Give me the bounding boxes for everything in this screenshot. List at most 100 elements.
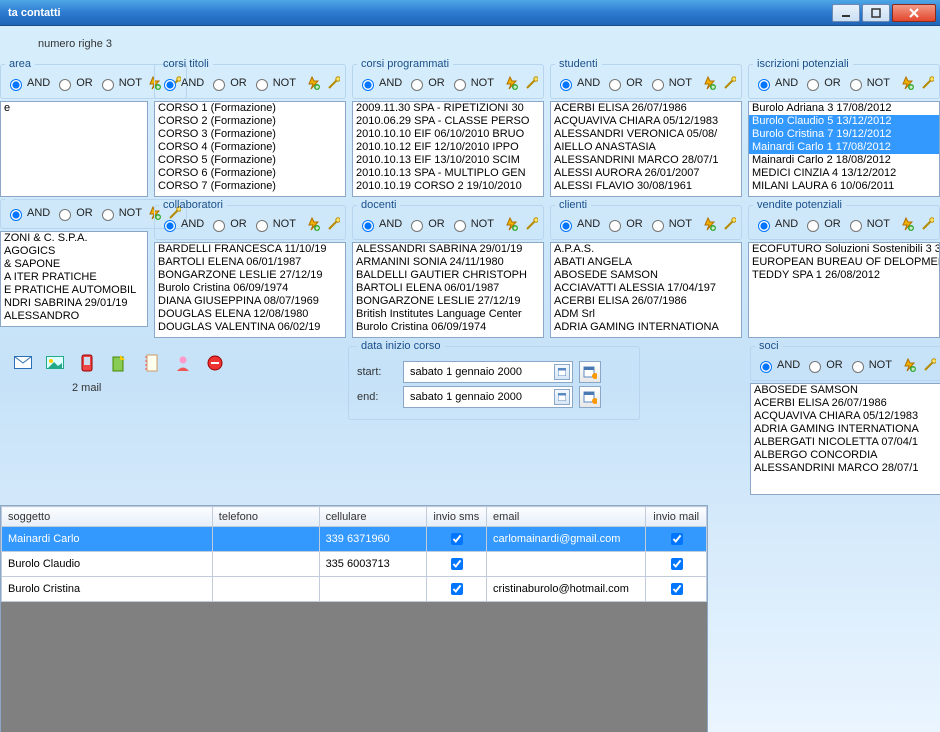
filter-action-icon[interactable]	[701, 75, 717, 91]
list-item[interactable]: Burolo Cristina 06/09/1974	[155, 282, 345, 295]
r-area-not-radio[interactable]: NOT	[97, 76, 142, 91]
row-checkbox[interactable]	[451, 583, 463, 595]
window-minimize-button[interactable]	[832, 4, 860, 22]
delete-icon[interactable]	[206, 354, 224, 372]
column-header[interactable]: telefono	[212, 507, 319, 527]
list-item[interactable]: ACERBI ELISA 26/07/1986	[751, 397, 940, 410]
filter-action-icon[interactable]	[901, 357, 917, 373]
table-row[interactable]: Burolo Cristinacristinaburolo@hotmail.co…	[2, 577, 707, 602]
filter-wand-icon[interactable]	[921, 357, 937, 373]
list-item[interactable]: ZONI & C. S.P.A.	[1, 232, 147, 245]
filter-action-icon[interactable]	[503, 75, 519, 91]
list-item[interactable]: 2010.10.13 EIF 13/10/2010 SCIM	[353, 154, 543, 167]
date-end-picker[interactable]: sabato 1 gennaio 2000	[403, 386, 573, 408]
list-item[interactable]: ALESSANDRINI MARCO 28/07/1	[551, 154, 741, 167]
r-studenti-and-radio[interactable]: AND	[555, 76, 600, 91]
list-item[interactable]: E PRATICHE AUTOMOBIL	[1, 284, 147, 297]
email-icon[interactable]	[14, 354, 32, 372]
r-docenti-or-radio[interactable]: OR	[406, 217, 445, 232]
list-item[interactable]: A.P.A.S.	[551, 243, 741, 256]
column-header[interactable]: invio sms	[426, 507, 487, 527]
list-item[interactable]: CORSO 1 (Formazione)	[155, 102, 345, 115]
list-item[interactable]: DOUGLAS VALENTINA 06/02/19	[155, 321, 345, 334]
r-docenti-not-radio[interactable]: NOT	[449, 217, 494, 232]
person-icon[interactable]	[174, 354, 192, 372]
filter-action-icon[interactable]	[701, 216, 717, 232]
filter-listbox[interactable]: BARDELLI FRANCESCA 11/10/19BARTOLI ELENA…	[154, 242, 346, 338]
r-vendite potenziali-or-radio[interactable]: OR	[802, 217, 841, 232]
r-r2c0-and-radio[interactable]: AND	[5, 206, 50, 221]
row-checkbox[interactable]	[671, 583, 683, 595]
filter-wand-icon[interactable]	[919, 216, 935, 232]
filter-listbox[interactable]: CORSO 1 (Formazione)CORSO 2 (Formazione)…	[154, 101, 346, 197]
r-clienti-and-radio[interactable]: AND	[555, 217, 600, 232]
filter-listbox[interactable]: ABOSEDE SAMSONACERBI ELISA 26/07/1986ACQ…	[750, 383, 940, 495]
list-item[interactable]: ALESSANDRI VERONICA 05/08/	[551, 128, 741, 141]
r-iscrizioni potenziali-or-radio[interactable]: OR	[802, 76, 841, 91]
list-item[interactable]: Burolo Claudio 5 13/12/2012	[749, 115, 939, 128]
filter-action-icon[interactable]	[305, 216, 321, 232]
list-item[interactable]: DIANA GIUSEPPINA 08/07/1969	[155, 295, 345, 308]
list-item[interactable]: e	[1, 102, 147, 115]
list-item[interactable]: ALBERGO CONCORDIA	[751, 449, 940, 462]
r-soci-or-radio[interactable]: OR	[804, 358, 843, 373]
list-item[interactable]: ALESSANDRI SABRINA 29/01/19	[353, 243, 543, 256]
list-item[interactable]: 2009.11.30 SPA - RIPETIZIONI 30	[353, 102, 543, 115]
list-item[interactable]: ECOFUTURO Soluzioni Sostenibili 3 3	[749, 243, 939, 256]
row-checkbox[interactable]	[451, 533, 463, 545]
list-item[interactable]: ALESSI AURORA 26/01/2007	[551, 167, 741, 180]
list-item[interactable]: 2010.10.12 EIF 12/10/2010 IPPO	[353, 141, 543, 154]
filter-wand-icon[interactable]	[721, 216, 737, 232]
list-item[interactable]: BARTOLI ELENA 06/01/1987	[353, 282, 543, 295]
list-item[interactable]: A ITER PRATICHE	[1, 271, 147, 284]
date-end-apply-button[interactable]	[579, 386, 601, 408]
r-corsi programmati-or-radio[interactable]: OR	[406, 76, 445, 91]
results-table[interactable]: soggettotelefonocellulareinvio smsemaili…	[1, 506, 707, 602]
filter-wand-icon[interactable]	[523, 75, 539, 91]
list-item[interactable]: & SAPONE	[1, 258, 147, 271]
r-corsi programmati-and-radio[interactable]: AND	[357, 76, 402, 91]
list-item[interactable]: Mainardi Carlo 1 17/08/2012	[749, 141, 939, 154]
filter-listbox[interactable]: A.P.A.S.ABATI ANGELAABOSEDE SAMSONACCIAV…	[550, 242, 742, 338]
list-item[interactable]: ALESSANDRO	[1, 310, 147, 323]
r-collaboratori-and-radio[interactable]: AND	[159, 217, 204, 232]
list-item[interactable]: CORSO 4 (Formazione)	[155, 141, 345, 154]
row-checkbox[interactable]	[451, 558, 463, 570]
list-item[interactable]: ABOSEDE SAMSON	[551, 269, 741, 282]
column-header[interactable]: soggetto	[2, 507, 213, 527]
list-item[interactable]: ACERBI ELISA 26/07/1986	[551, 102, 741, 115]
export-icon[interactable]	[110, 354, 128, 372]
filter-wand-icon[interactable]	[325, 75, 341, 91]
list-item[interactable]: 2010.06.29 SPA - CLASSE PERSO	[353, 115, 543, 128]
r-iscrizioni potenziali-and-radio[interactable]: AND	[753, 76, 798, 91]
column-header[interactable]: email	[487, 507, 646, 527]
list-item[interactable]: ADM Srl	[551, 308, 741, 321]
list-item[interactable]: AIELLO ANASTASIA	[551, 141, 741, 154]
r-studenti-not-radio[interactable]: NOT	[647, 76, 692, 91]
filter-listbox[interactable]: ACERBI ELISA 26/07/1986ACQUAVIVA CHIARA …	[550, 101, 742, 197]
date-start-apply-button[interactable]	[579, 361, 601, 383]
list-item[interactable]: ALBERGATI NICOLETTA 07/04/1	[751, 436, 940, 449]
list-item[interactable]: ALESSANDRINI MARCO 28/07/1	[751, 462, 940, 475]
list-item[interactable]: ACCIAVATTI ALESSIA 17/04/197	[551, 282, 741, 295]
list-item[interactable]: ALESSI FLAVIO 30/08/1961	[551, 180, 741, 193]
list-item[interactable]: Mainardi Carlo 2 18/08/2012	[749, 154, 939, 167]
list-item[interactable]: AGOGICS	[1, 245, 147, 258]
list-item[interactable]: ABOSEDE SAMSON	[751, 384, 940, 397]
window-close-button[interactable]	[892, 4, 936, 22]
list-item[interactable]: ABATI ANGELA	[551, 256, 741, 269]
picture-icon[interactable]	[46, 354, 64, 372]
list-item[interactable]: CORSO 3 (Formazione)	[155, 128, 345, 141]
list-item[interactable]: BARDELLI FRANCESCA 11/10/19	[155, 243, 345, 256]
r-vendite potenziali-not-radio[interactable]: NOT	[845, 217, 890, 232]
list-item[interactable]: MEDICI CINZIA 4 13/12/2012	[749, 167, 939, 180]
filter-wand-icon[interactable]	[919, 75, 935, 91]
list-item[interactable]: DOUGLAS ELENA 12/08/1980	[155, 308, 345, 321]
r-clienti-not-radio[interactable]: NOT	[647, 217, 692, 232]
r-area-or-radio[interactable]: OR	[54, 76, 93, 91]
filter-listbox[interactable]: 2009.11.30 SPA - RIPETIZIONI 302010.06.2…	[352, 101, 544, 197]
r-docenti-and-radio[interactable]: AND	[357, 217, 402, 232]
filter-action-icon[interactable]	[503, 216, 519, 232]
list-item[interactable]: CORSO 5 (Formazione)	[155, 154, 345, 167]
list-item[interactable]: BONGARZONE LESLIE 27/12/19	[155, 269, 345, 282]
